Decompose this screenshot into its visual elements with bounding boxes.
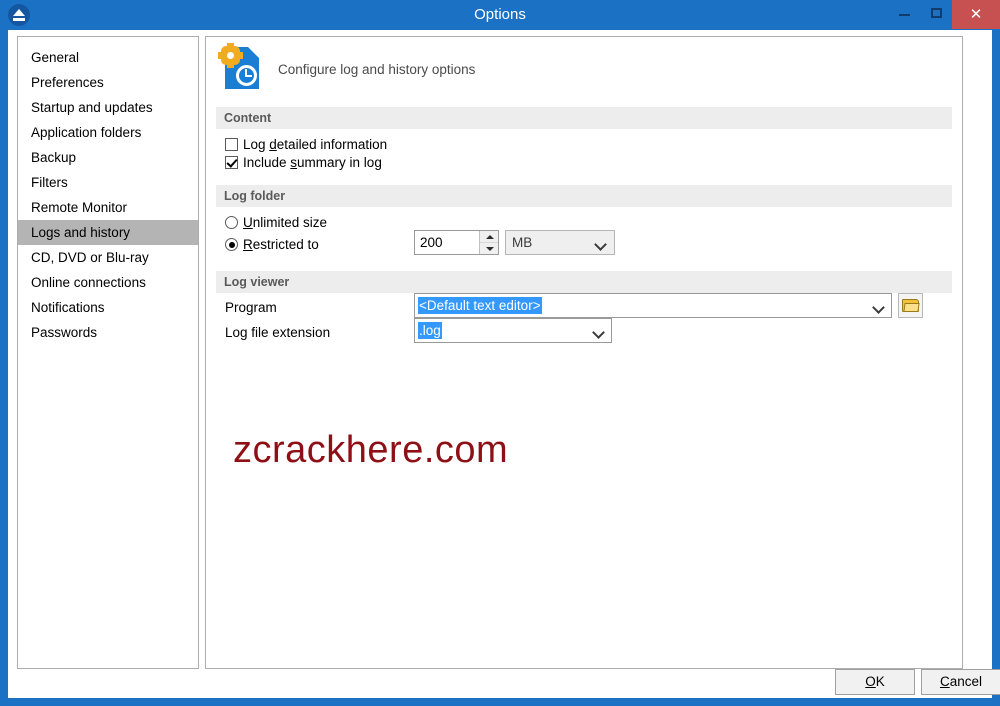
stepper-up-icon[interactable] — [480, 231, 498, 243]
window-title: Options — [474, 6, 526, 23]
log-size-stepper[interactable]: 200 — [414, 230, 499, 255]
ok-label: K — [875, 674, 885, 689]
program-combobox[interactable]: <Default text editor> — [414, 293, 892, 318]
checkbox-label-log-detailed-post: etailed information — [276, 137, 388, 152]
sidebar-item-filters[interactable]: Filters — [18, 170, 198, 195]
sidebar-item-cd-dvd-or-blu-ray[interactable]: CD, DVD or Blu-ray — [18, 245, 198, 270]
ok-button[interactable]: OK — [835, 669, 915, 695]
program-value[interactable]: <Default text editor> — [418, 297, 542, 314]
clock-hand-horizontal — [246, 75, 252, 77]
sidebar-item-logs-and-history[interactable]: Logs and history — [18, 220, 198, 245]
minimize-button[interactable] — [890, 0, 920, 26]
checkbox-label-include-summary-pre: Include — [243, 155, 291, 170]
sidebar-item-startup-and-updates[interactable]: Startup and updates — [18, 95, 198, 120]
sidebar-item-general[interactable]: General — [18, 45, 198, 70]
folder-open-icon — [902, 299, 920, 312]
chevron-down-icon — [594, 238, 607, 251]
checkbox-box-log-detailed[interactable] — [225, 138, 238, 151]
log-history-gear-icon — [218, 43, 265, 91]
radio-accel-unlimited-size: U — [243, 215, 253, 230]
sidebar-item-preferences[interactable]: Preferences — [18, 70, 198, 95]
sidebar-item-passwords[interactable]: Passwords — [18, 320, 198, 345]
label-program: Program — [225, 300, 277, 315]
radio-accel-restricted-to: R — [243, 237, 253, 252]
panel-header-text: Configure log and history options — [278, 62, 476, 77]
cancel-button[interactable]: Cancel — [921, 669, 1000, 695]
checkbox-label-log-detailed-pre: Log — [243, 137, 270, 152]
maximize-icon — [931, 8, 942, 18]
log-file-extension-value[interactable]: .log — [418, 322, 442, 339]
close-button[interactable]: ✕ — [952, 0, 1000, 29]
log-size-unit-select[interactable]: MB — [505, 230, 615, 255]
settings-panel: Configure log and history options Conten… — [205, 36, 963, 669]
group-header-log-viewer: Log viewer — [216, 271, 952, 293]
gear-icon — [218, 43, 243, 68]
checkbox-accel-log-detailed: d — [269, 137, 277, 152]
checkbox-include-summary-in-log[interactable]: Include summary in log — [225, 154, 382, 172]
chevron-down-icon[interactable] — [592, 326, 605, 339]
radio-label-restricted-to: estricted to — [252, 237, 319, 252]
checkbox-label-include-summary-post: ummary in log — [297, 155, 382, 170]
sidebar-item-notifications[interactable]: Notifications — [18, 295, 198, 320]
log-size-value[interactable]: 200 — [420, 231, 443, 254]
stepper-down-icon[interactable] — [480, 243, 498, 254]
radio-unlimited-size[interactable]: Unlimited size — [225, 214, 327, 232]
title-bar: Options ✕ — [0, 0, 1000, 30]
dialog-body: General Preferences Startup and updates … — [8, 30, 1000, 698]
settings-category-list[interactable]: General Preferences Startup and updates … — [17, 36, 199, 669]
close-icon: ✕ — [969, 6, 983, 23]
minimize-icon — [899, 14, 910, 16]
panel-header: Configure log and history options — [206, 37, 962, 103]
radio-box-unlimited-size[interactable] — [225, 216, 238, 229]
sidebar-item-application-folders[interactable]: Application folders — [18, 120, 198, 145]
group-header-content: Content — [216, 107, 952, 129]
options-window: Options ✕ General Preferences Startup an… — [0, 0, 1000, 706]
radio-restricted-to[interactable]: Restricted to — [225, 236, 319, 254]
checkbox-log-detailed-information[interactable]: Log detailed information — [225, 136, 387, 154]
watermark-text: zcrackhere.com — [233, 429, 509, 471]
cancel-label: ancel — [949, 674, 983, 689]
label-log-file-extension: Log file extension — [225, 325, 331, 340]
ok-accel: O — [865, 674, 876, 689]
maximize-button[interactable] — [922, 0, 952, 26]
stepper-buttons[interactable] — [479, 231, 498, 254]
chevron-down-icon[interactable] — [872, 301, 885, 314]
sidebar-item-online-connections[interactable]: Online connections — [18, 270, 198, 295]
sidebar-item-backup[interactable]: Backup — [18, 145, 198, 170]
radio-label-unlimited-size: nlimited size — [252, 215, 328, 230]
radio-box-restricted-to[interactable] — [225, 238, 238, 251]
cancel-accel: C — [939, 674, 950, 689]
checkbox-box-include-summary[interactable] — [225, 156, 238, 169]
group-header-log-folder: Log folder — [216, 185, 952, 207]
sidebar-item-remote-monitor[interactable]: Remote Monitor — [18, 195, 198, 220]
browse-program-button[interactable] — [898, 293, 923, 318]
page-fold-icon — [248, 47, 259, 58]
log-file-extension-combobox[interactable]: .log — [414, 318, 612, 343]
log-size-unit-value: MB — [512, 235, 533, 250]
